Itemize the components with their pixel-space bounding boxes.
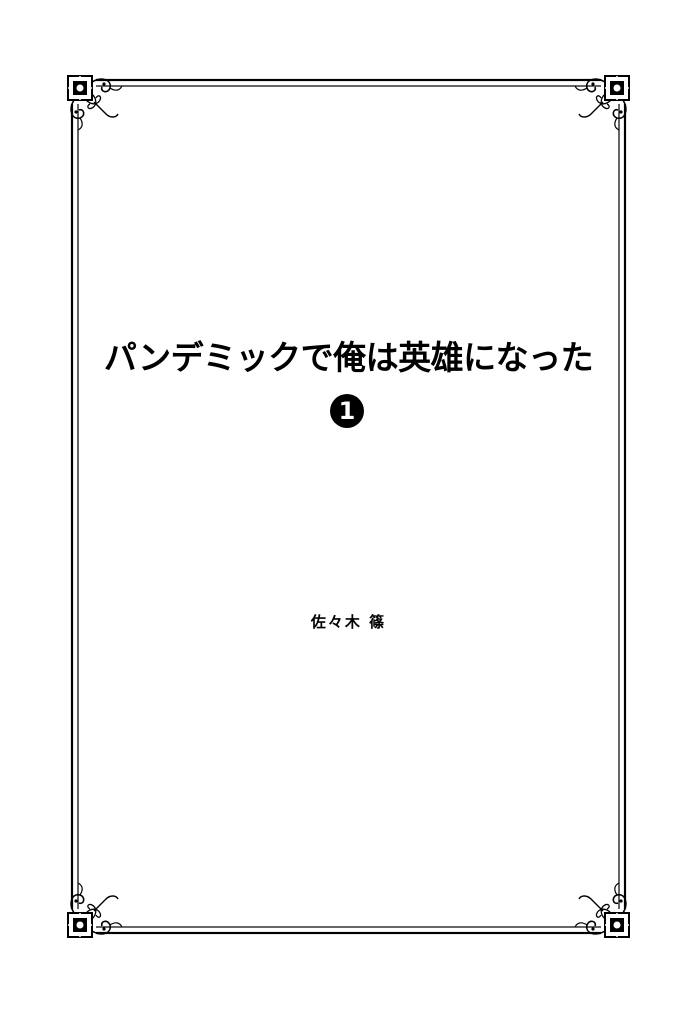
volume-number-badge: 1 <box>330 394 364 428</box>
book-title: パンデミックで俺は英雄になった <box>103 338 594 377</box>
ornamental-frame <box>66 74 631 939</box>
title-page: パンデミックで俺は英雄になった 1 佐々木 篠 <box>0 0 697 1024</box>
author-name: 佐々木 篠 <box>310 613 387 631</box>
